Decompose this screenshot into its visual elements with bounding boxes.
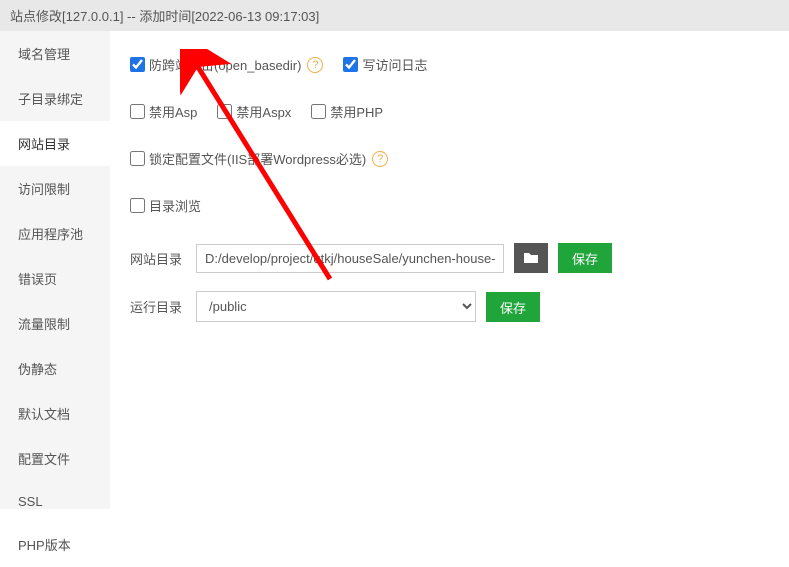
sidebar-item-error-page[interactable]: 错误页 (0, 256, 110, 301)
checkbox-write-log[interactable]: 写访问日志 (343, 55, 427, 74)
checkbox-lock-config-input[interactable] (130, 151, 145, 166)
checkbox-disable-php-input[interactable] (311, 104, 326, 119)
row-dir-browse: 目录浏览 (130, 196, 769, 215)
sidebar: 域名管理 子目录绑定 网站目录 访问限制 应用程序池 错误页 流量限制 伪静态 … (0, 31, 110, 509)
row-security-options: 防跨站攻击(open_basedir) ? 写访问日志 (130, 55, 769, 74)
site-dir-label: 网站目录 (130, 249, 186, 268)
checkbox-disable-aspx-input[interactable] (217, 104, 232, 119)
row-site-dir: 网站目录 保存 (130, 243, 769, 273)
save-site-dir-button[interactable]: 保存 (558, 243, 612, 273)
content-area: 防跨站攻击(open_basedir) ? 写访问日志 禁用Asp 禁用Aspx… (110, 31, 789, 509)
window-title: 站点修改[127.0.0.1] -- 添加时间[2022-06-13 09:17… (0, 0, 789, 31)
checkbox-disable-php[interactable]: 禁用PHP (311, 102, 383, 121)
sidebar-item-rewrite[interactable]: 伪静态 (0, 346, 110, 391)
checkbox-open-basedir[interactable]: 防跨站攻击(open_basedir) ? (130, 55, 323, 74)
checkbox-write-log-input[interactable] (343, 57, 358, 72)
row-lock-config: 锁定配置文件(IIS部署Wordpress必选) ? (130, 149, 769, 168)
checkbox-write-log-label: 写访问日志 (362, 55, 427, 74)
sidebar-item-subdir[interactable]: 子目录绑定 (0, 76, 110, 121)
help-icon[interactable]: ? (307, 57, 323, 73)
main-container: 域名管理 子目录绑定 网站目录 访问限制 应用程序池 错误页 流量限制 伪静态 … (0, 31, 789, 509)
site-dir-input[interactable] (196, 244, 504, 273)
checkbox-disable-aspx[interactable]: 禁用Aspx (217, 102, 291, 121)
checkbox-disable-asp-label: 禁用Asp (149, 102, 197, 121)
checkbox-dir-browse[interactable]: 目录浏览 (130, 196, 201, 215)
sidebar-item-site-dir[interactable]: 网站目录 (0, 121, 110, 166)
sidebar-item-traffic-limit[interactable]: 流量限制 (0, 301, 110, 346)
checkbox-open-basedir-input[interactable] (130, 57, 145, 72)
sidebar-item-ssl[interactable]: SSL (0, 481, 110, 522)
sidebar-item-config-file[interactable]: 配置文件 (0, 436, 110, 481)
checkbox-disable-php-label: 禁用PHP (330, 102, 383, 121)
browse-folder-button[interactable] (514, 243, 548, 273)
checkbox-disable-aspx-label: 禁用Aspx (236, 102, 291, 121)
checkbox-open-basedir-label: 防跨站攻击(open_basedir) (149, 55, 301, 74)
row-run-dir: 运行目录 /public 保存 (130, 291, 769, 322)
sidebar-item-access-limit[interactable]: 访问限制 (0, 166, 110, 211)
run-dir-select[interactable]: /public (196, 291, 476, 322)
row-disable-options: 禁用Asp 禁用Aspx 禁用PHP (130, 102, 769, 121)
checkbox-lock-config[interactable]: 锁定配置文件(IIS部署Wordpress必选) ? (130, 149, 388, 168)
save-run-dir-button[interactable]: 保存 (486, 292, 540, 322)
checkbox-dir-browse-input[interactable] (130, 198, 145, 213)
sidebar-item-default-doc[interactable]: 默认文档 (0, 391, 110, 436)
checkbox-disable-asp-input[interactable] (130, 104, 145, 119)
sidebar-item-php-version[interactable]: PHP版本 (0, 522, 110, 567)
folder-icon (523, 251, 539, 265)
checkbox-lock-config-label: 锁定配置文件(IIS部署Wordpress必选) (149, 149, 366, 168)
sidebar-item-app-pool[interactable]: 应用程序池 (0, 211, 110, 256)
checkbox-disable-asp[interactable]: 禁用Asp (130, 102, 197, 121)
checkbox-dir-browse-label: 目录浏览 (149, 196, 201, 215)
help-icon[interactable]: ? (372, 151, 388, 167)
sidebar-item-domain[interactable]: 域名管理 (0, 31, 110, 76)
run-dir-label: 运行目录 (130, 297, 186, 316)
